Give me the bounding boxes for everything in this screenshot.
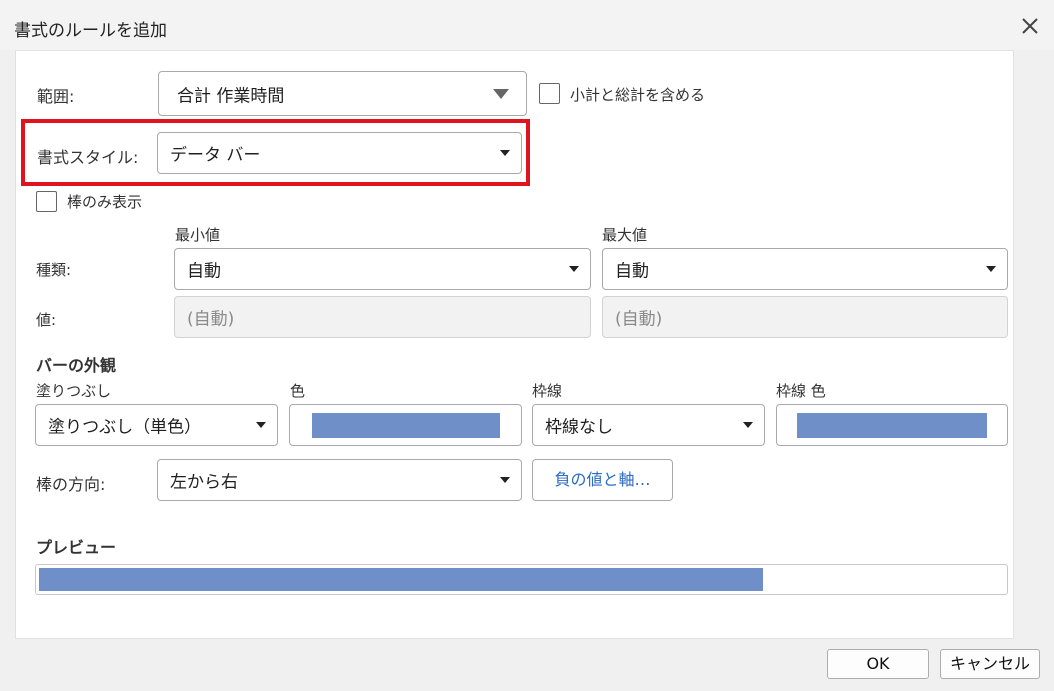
min-type-value: 自動 [187, 261, 221, 282]
fill-label: 塗りつぶし [36, 382, 112, 400]
chevron-down-icon [493, 88, 509, 99]
color-label: 色 [290, 382, 306, 400]
min-header: 最小値 [175, 226, 221, 244]
format-style-label: 書式スタイル: [37, 148, 139, 167]
fill-select-value: 塗りつぶし（単色） [48, 417, 202, 438]
chevron-down-icon [569, 266, 579, 272]
chevron-down-icon [256, 422, 266, 428]
fill-color-swatch [312, 413, 500, 438]
border-select-value: 枠線なし [545, 417, 613, 438]
cancel-button[interactable]: キャンセル [940, 649, 1040, 679]
format-style-value: データ バー [170, 145, 261, 166]
chevron-down-icon [500, 477, 510, 483]
appearance-heading: バーの外観 [36, 356, 117, 375]
chevron-down-icon [986, 266, 996, 272]
close-icon[interactable] [1016, 12, 1044, 40]
border-select[interactable]: 枠線なし [532, 404, 765, 446]
chevron-down-icon [500, 150, 510, 156]
range-select[interactable]: 合計 作業時間 [158, 71, 527, 116]
max-header: 最大値 [602, 226, 648, 244]
chevron-down-icon [743, 422, 753, 428]
negative-value-axis-button[interactable]: 負の値と軸… [532, 459, 673, 501]
format-style-select[interactable]: データ バー [157, 132, 522, 174]
direction-label: 棒の方向: [36, 475, 106, 494]
ok-button[interactable]: OK [827, 649, 929, 679]
value-label: 値: [36, 311, 57, 329]
range-select-value: 合計 作業時間 [177, 86, 285, 106]
min-type-select[interactable]: 自動 [174, 248, 591, 290]
show-bar-only-label: 棒のみ表示 [67, 193, 143, 211]
dialog-title: 書式のルールを追加 [14, 21, 167, 41]
include-subtotals-label: 小計と総計を含める [570, 86, 706, 104]
fill-color-picker[interactable] [289, 404, 522, 446]
include-subtotals-checkbox[interactable] [539, 83, 560, 104]
max-type-value: 自動 [615, 261, 649, 282]
fill-select[interactable]: 塗りつぶし（単色） [35, 404, 278, 446]
preview-bar [39, 568, 763, 591]
border-color-swatch [797, 413, 987, 438]
preview-track [35, 564, 1008, 595]
border-color-picker[interactable] [776, 404, 1008, 446]
min-value-text: (自動) [187, 309, 235, 330]
border-label: 枠線 [532, 382, 563, 400]
direction-select[interactable]: 左から右 [157, 459, 522, 501]
max-value-field: (自動) [602, 296, 1008, 338]
type-label: 種類: [36, 261, 72, 279]
border-color-label: 枠線 色 [776, 382, 826, 400]
direction-value: 左から右 [170, 472, 238, 493]
min-value-field: (自動) [174, 296, 591, 338]
range-label: 範囲: [37, 87, 75, 106]
show-bar-only-checkbox[interactable] [36, 191, 57, 212]
max-type-select[interactable]: 自動 [602, 248, 1008, 290]
max-value-text: (自動) [615, 309, 663, 330]
preview-heading: プレビュー [36, 538, 117, 557]
